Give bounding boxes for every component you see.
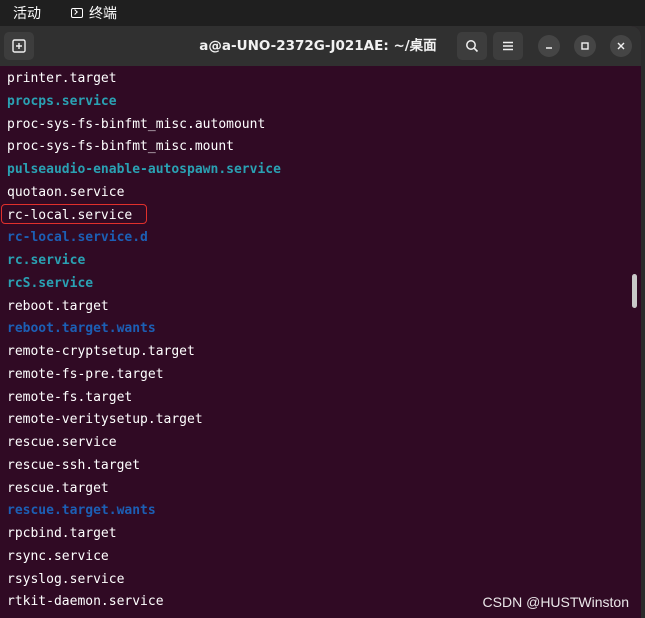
watermark: CSDN @HUSTWinston <box>482 594 629 610</box>
terminal-output[interactable]: printer.target procps.service proc-sys-fs-… <box>0 66 641 618</box>
terminal-line: rescue-ssh.target <box>7 457 141 473</box>
app-menu-label: 终端 <box>89 6 117 22</box>
minimize-icon <box>546 47 552 49</box>
terminal-line: rsync.service <box>7 548 109 564</box>
search-icon <box>466 40 479 53</box>
terminal-line: rescue.service <box>7 435 117 450</box>
vertical-scrollbar[interactable] <box>632 274 637 308</box>
terminal-line: rsyslog.service <box>7 571 125 587</box>
terminal-line: proc-sys-fs-binfmt_misc.mount <box>7 139 234 155</box>
terminal-line: remote-fs.target <box>7 389 133 405</box>
terminal-line-highlighted: rc-local.service <box>7 207 133 223</box>
terminal-line: proc-sys-fs-binfmt_misc.automount <box>7 116 266 132</box>
activities-button[interactable]: 活动 <box>13 3 41 23</box>
terminal-line: rc-local.service.d <box>7 230 148 246</box>
terminal-line: rescue.target <box>7 480 109 496</box>
minimize-button[interactable] <box>538 35 560 57</box>
terminal-line: reboot.target.wants <box>7 321 156 337</box>
maximize-button[interactable] <box>574 35 596 57</box>
terminal-line: remote-veritysetup.target <box>7 412 203 428</box>
terminal-line: printer.target <box>7 71 117 86</box>
terminal-line: rpcbind.target <box>7 526 117 541</box>
terminal-line: rcS.service <box>7 275 94 291</box>
maximize-icon <box>581 42 589 50</box>
close-icon <box>617 42 625 50</box>
terminal-line: rc.service <box>7 253 86 268</box>
terminal-line: remote-fs-pre.target <box>7 366 164 382</box>
terminal-window: a@a-UNO-2372G-J021AE: ~/桌面 printer.targe… <box>0 26 641 618</box>
terminal-line: pulseaudio-enable-autospawn.service <box>7 162 281 177</box>
terminal-icon <box>71 8 83 18</box>
menu-button[interactable] <box>493 32 523 60</box>
terminal-line: quotaon.service <box>7 184 125 200</box>
hamburger-menu-icon <box>503 41 513 51</box>
terminal-line: procps.service <box>7 93 117 109</box>
terminal-line: rescue.target.wants <box>7 503 156 519</box>
terminal-line: reboot.target <box>7 298 109 314</box>
close-button[interactable] <box>610 35 632 57</box>
header-bar: a@a-UNO-2372G-J021AE: ~/桌面 <box>0 26 641 66</box>
terminal-line: remote-cryptsetup.target <box>7 344 195 359</box>
gnome-top-bar: 活动 终端 <box>0 0 645 26</box>
search-button[interactable] <box>457 32 487 60</box>
terminal-line: rtkit-daemon.service <box>7 594 164 610</box>
app-menu[interactable]: 终端 <box>71 3 117 23</box>
